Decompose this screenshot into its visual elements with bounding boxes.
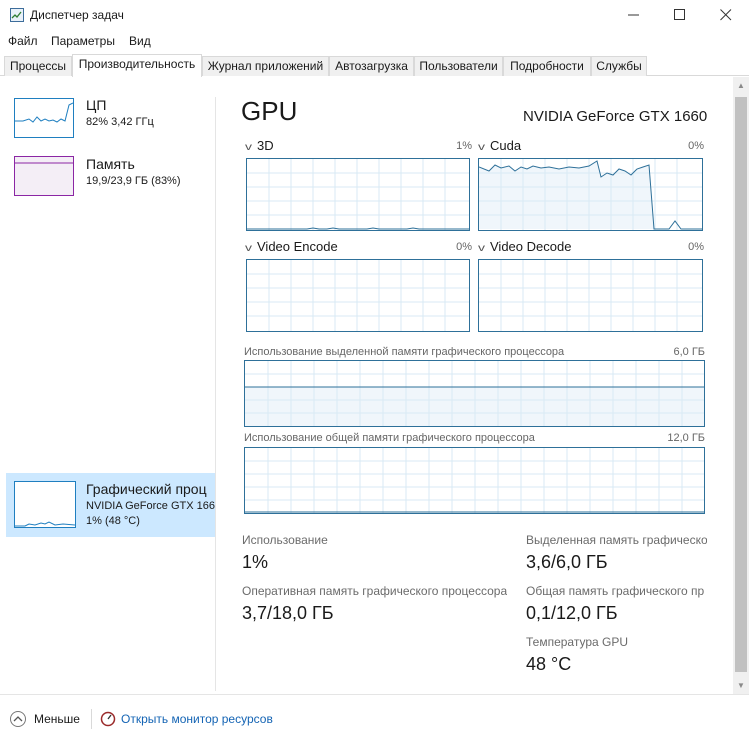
shared-memory-stat-label: Общая память графического пр [526,584,705,598]
gpu-ram-label: Оперативная память графического процессо… [242,584,508,598]
menu-file[interactable]: Файл [8,34,38,48]
engine-percent: 1% [456,140,472,152]
engine-selector-3d[interactable]: v 3D [245,138,274,153]
menu-options[interactable]: Параметры [51,34,115,48]
menu-bar: Файл Параметры Вид [0,30,749,52]
sidebar-item-title: Графический проц [86,481,207,497]
memory-thumbnail-graph [14,156,74,196]
engine-selector-video-encode[interactable]: v Video Encode [245,239,338,254]
dedicated-memory-stat-label: Выделенная память графическо [526,533,707,547]
sidebar-item-subtitle: 19,9/23,9 ГБ (83%) [86,175,181,187]
graph-dedicated-memory [244,360,705,427]
sidebar-item-subtitle: NVIDIA GeForce GTX 166 [86,500,215,512]
engine-percent: 0% [688,140,704,152]
scroll-thumb[interactable] [735,97,747,672]
engine-percent: 0% [456,241,472,253]
status-bar: Меньше Открыть монитор ресурсов [0,694,749,744]
tab-details[interactable]: Подробности [503,56,591,76]
engine-name: Video Decode [490,239,572,254]
sidebar-item-cpu[interactable]: ЦП 82% 3,42 ГГц [6,94,215,144]
vertical-scrollbar[interactable]: ▲ ▼ [733,77,749,694]
chevron-down-icon: v [245,142,252,153]
tab-processes[interactable]: Процессы [4,56,72,76]
close-icon [720,9,732,21]
graph-cuda [478,158,703,231]
scroll-up-arrow-icon[interactable]: ▲ [733,77,749,94]
tab-performance[interactable]: Производительность [72,54,202,77]
engine-name: 3D [257,138,274,153]
minimize-button[interactable] [611,0,657,30]
sidebar-item-title: Память [86,156,135,172]
engine-selector-cuda[interactable]: v Cuda [478,138,522,153]
maximize-icon [674,9,685,20]
graph-video-decode [478,259,703,332]
scroll-down-arrow-icon[interactable]: ▼ [733,677,749,694]
sidebar-item-memory[interactable]: Память 19,9/23,9 ГБ (83%) [6,151,215,201]
page-title: GPU [241,96,298,126]
task-manager-icon [10,8,24,22]
gpu-model-name: NVIDIA GeForce GTX 1660 [523,108,708,125]
open-resource-monitor-link[interactable]: Открыть монитор ресурсов [121,712,273,726]
chevron-down-icon: v [478,142,485,153]
close-button[interactable] [703,0,749,30]
tab-services[interactable]: Службы [591,56,647,76]
tab-users[interactable]: Пользователи [414,56,503,76]
resource-monitor-icon [100,711,116,727]
minimize-icon [628,14,639,16]
dedicated-memory-max: 6,0 ГБ [673,346,705,358]
engine-percent: 0% [688,241,704,253]
dedicated-memory-label: Использование выделенной памяти графичес… [244,346,565,358]
chevron-down-icon: v [478,243,485,254]
gpu-temperature-label: Температура GPU [526,635,629,649]
sidebar-item-detail: 1% (48 °C) [86,515,140,527]
graph-3d [246,158,470,231]
utilization-value: 1% [242,552,269,572]
chevron-up-icon[interactable] [10,711,26,727]
dedicated-memory-stat-value: 3,6/6,0 ГБ [526,552,608,572]
title-bar: Диспетчер задач [0,0,749,30]
tab-app-history[interactable]: Журнал приложений [202,56,329,76]
engine-name: Cuda [490,138,522,153]
shared-memory-max: 12,0 ГБ [667,432,705,444]
sidebar-item-subtitle: 82% 3,42 ГГц [86,116,154,128]
sidebar-divider [215,97,216,691]
status-divider [91,709,92,729]
cpu-thumbnail-graph [14,98,74,138]
shared-memory-stat-value: 0,1/12,0 ГБ [526,603,618,623]
window-title: Диспетчер задач [30,8,124,22]
gpu-thumbnail-graph [14,481,76,528]
gpu-ram-value: 3,7/18,0 ГБ [242,603,334,623]
fewer-details-button[interactable]: Меньше [34,712,80,726]
maximize-button[interactable] [657,0,703,30]
menu-view[interactable]: Вид [129,34,151,48]
tab-bar: Процессы Производительность Журнал прило… [0,54,749,77]
sidebar-item-title: ЦП [86,97,107,113]
tab-startup[interactable]: Автозагрузка [329,56,414,76]
chevron-down-icon: v [245,243,252,254]
gpu-temperature-value: 48 °C [526,654,572,674]
resource-sidebar: ЦП 82% 3,42 ГГц Память 19,9/23,9 ГБ (83%… [0,77,215,692]
graph-video-encode [246,259,470,332]
engine-selector-video-decode[interactable]: v Video Decode [478,239,572,254]
graph-shared-memory [244,447,705,514]
sidebar-item-gpu[interactable]: Графический проц NVIDIA GeForce GTX 166 … [6,473,215,537]
utilization-label: Использование [242,533,328,547]
engine-name: Video Encode [257,239,338,254]
shared-memory-label: Использование общей памяти графического … [244,432,535,444]
